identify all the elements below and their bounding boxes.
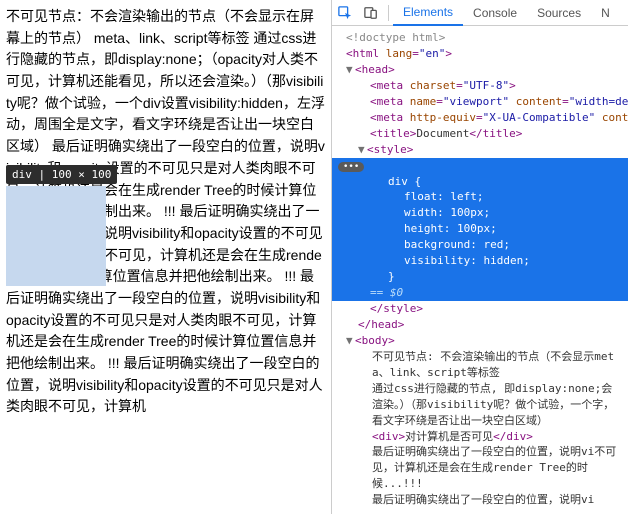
element-size-badge: div | 100 × 100: [6, 165, 117, 184]
doctype-node: <!doctype html>: [346, 31, 445, 44]
text-node[interactable]: 最后证明确实绕出了一段空白的位置，说明vi: [332, 492, 628, 508]
tab-elements[interactable]: Elements: [393, 0, 463, 26]
tab-sources[interactable]: Sources: [527, 0, 591, 26]
devtools-toolbar: Elements Console Sources N: [332, 0, 628, 26]
expand-toggle[interactable]: ▼: [346, 333, 355, 349]
expand-toggle[interactable]: ▼: [358, 142, 367, 158]
console-selection-marker: == $0: [370, 286, 403, 299]
inspect-element-icon[interactable]: [332, 0, 358, 26]
ellipsis-icon[interactable]: •••: [338, 162, 364, 172]
div-node[interactable]: <div>对计算机是否可见</div>: [332, 429, 628, 445]
tab-network[interactable]: N: [591, 0, 620, 26]
toolbar-separator: [388, 5, 389, 21]
text-node[interactable]: 不可见节点: 不会渲染输出的节点（不会显示meta、link、script等标签: [332, 349, 628, 381]
device-toolbar-icon[interactable]: [358, 0, 384, 26]
expand-toggle[interactable]: ▼: [346, 62, 355, 78]
text-node[interactable]: 通过css进行隐藏的节点, 即display:none;会渲染。）（那visib…: [332, 381, 628, 429]
text-node[interactable]: 最后证明确实绕出了一段空白的位置，说明vi不可见，计算机还是会在生成render…: [332, 444, 628, 492]
tab-console[interactable]: Console: [463, 0, 527, 26]
selected-css-block[interactable]: ••• div { float: left; width: 100px; hei…: [332, 158, 628, 302]
elements-tree[interactable]: <!doctype html> <html lang="en"> ▼<head>…: [332, 26, 628, 514]
devtools-panel: Elements Console Sources N <!doctype htm…: [331, 0, 628, 514]
rendered-page: div | 100 × 100 不可见节点：不会渲染输出的节点（不会显示在屏幕上…: [0, 0, 331, 514]
inspected-div-overlay: [6, 186, 106, 286]
